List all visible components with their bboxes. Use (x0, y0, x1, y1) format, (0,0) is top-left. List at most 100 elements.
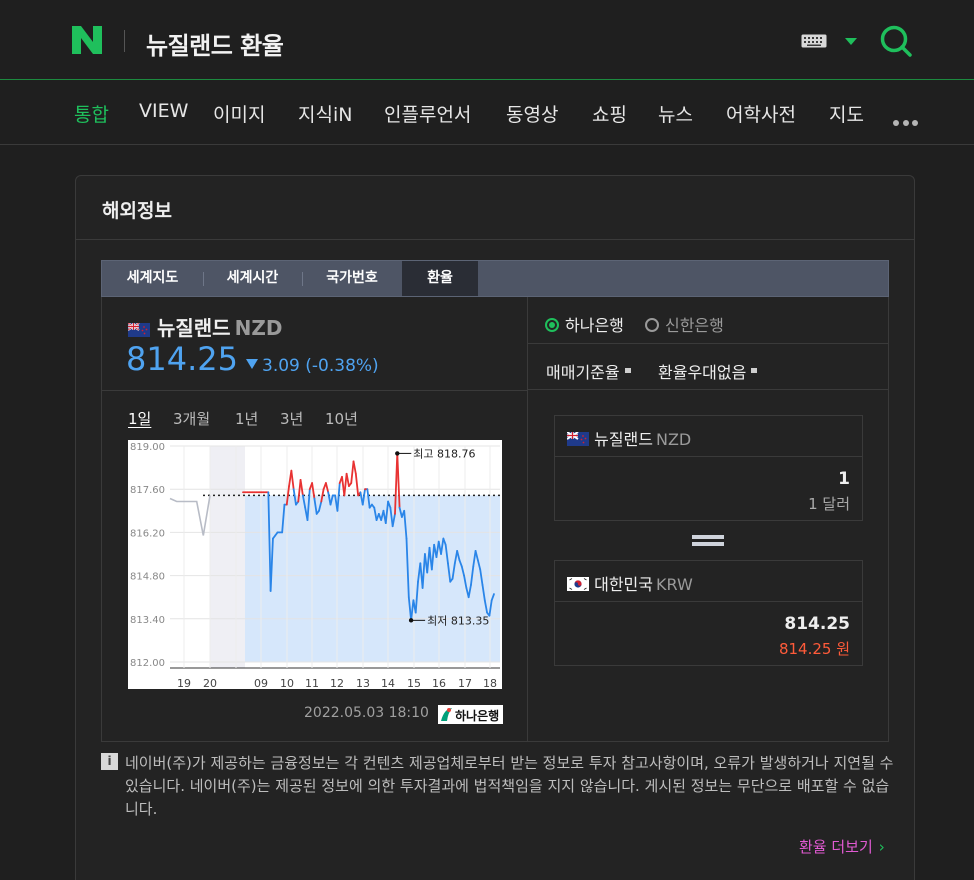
period-3month[interactable]: 3개월 (173, 408, 210, 429)
preferential-select[interactable]: 환율우대없음 (658, 359, 758, 383)
rate-country: 뉴질랜드 NZD (128, 312, 282, 341)
bank-option-hana[interactable]: 하나은행 (545, 316, 624, 335)
from-amount-input[interactable]: 1 (555, 469, 850, 489)
header: 뉴질랜드 환율 (0, 0, 974, 80)
low-label: 최저 813.35 (427, 614, 489, 627)
x-tick-label: 13 (356, 677, 370, 689)
exchange-rate-chart[interactable]: 819.00 817.60 816.20 814.80 813.40 812.00 19 2… (128, 440, 502, 690)
preferential-label: 환율우대없음 (658, 363, 747, 382)
to-amount-unit: 814.25 원 (778, 640, 850, 658)
tab-dictionary[interactable]: 어학사전 (726, 100, 796, 127)
y-axis-ticks: 819.00 817.60 816.20 814.80 813.40 812.00 (130, 442, 165, 669)
naver-logo[interactable] (72, 26, 102, 54)
hana-bank-logo: 하나은행 (438, 705, 503, 724)
to-currency-header[interactable]: 대한민국 KRW (555, 561, 862, 602)
period-1day[interactable]: 1일 (128, 408, 151, 429)
y-tick-label: 819.00 (130, 442, 165, 453)
rate-change-percent: (-0.38%) (305, 356, 379, 376)
info-subtabs: 세계지도 세계시간 국가번호 환율 (101, 260, 889, 297)
rate-change-amount: 3.09 (262, 356, 300, 376)
bank-option-shinhan[interactable]: 신한은행 (644, 316, 724, 335)
dropdown-icon (624, 368, 631, 373)
dropdown-icon (751, 368, 758, 373)
from-amount-unit: 1 달러 (808, 495, 850, 513)
series-segment (354, 472, 360, 497)
period-10year[interactable]: 10년 (325, 408, 358, 429)
y-tick-label: 813.40 (130, 615, 165, 626)
series-segment (290, 469, 295, 491)
more-tabs-icon[interactable] (893, 111, 922, 130)
disclaimer-text: 네이버(주)가 제공하는 금융정보는 각 컨텐츠 제공업체로부터 받는 정보로 … (125, 754, 894, 818)
moon-icon (239, 679, 244, 689)
tab-view[interactable]: VIEW (139, 100, 188, 122)
nz-flag-icon (128, 322, 150, 337)
dropdown-triangle-icon[interactable] (845, 38, 857, 45)
kr-flag-icon (567, 577, 589, 591)
high-label: 최고 818.76 (413, 447, 475, 460)
series-segment (345, 472, 350, 488)
panel-divider (101, 390, 527, 391)
chart-svg: 819.00 817.60 816.20 814.80 813.40 812.00 19 2… (130, 442, 500, 690)
x-tick-label: 09 (254, 677, 268, 689)
radio-selected-icon (545, 318, 559, 332)
previous-day-line (169, 495, 211, 536)
x-tick-label: 12 (330, 677, 344, 689)
chevron-right-icon: › (878, 838, 885, 856)
to-country: 대한민국 (594, 575, 653, 594)
equals-icon (692, 535, 724, 549)
from-currency-header[interactable]: 뉴질랜드 NZD (555, 416, 862, 457)
info-icon: i (101, 753, 118, 770)
rate-value: 814.25 (126, 340, 238, 378)
x-tick-label: 18 (483, 677, 497, 689)
from-currency-box[interactable]: 뉴질랜드 NZD 1 1 달러 (554, 415, 863, 521)
subtab-country-code[interactable]: 국가번호 (302, 261, 402, 296)
period-1year[interactable]: 1년 (235, 408, 258, 429)
tab-influencer[interactable]: 인플루언서 (384, 100, 471, 127)
subtab-world-map[interactable]: 세계지도 (102, 261, 203, 296)
bank-logo-text: 하나은행 (455, 708, 499, 723)
tab-shopping[interactable]: 쇼핑 (592, 100, 627, 127)
x-tick-label: 16 (432, 677, 446, 689)
to-amount[interactable]: 814.25 (555, 614, 850, 634)
card-divider (76, 239, 914, 240)
x-tick-label: 20 (203, 677, 217, 689)
keyboard-icon[interactable] (801, 34, 827, 48)
tab-map[interactable]: 지도 (829, 100, 864, 127)
x-tick-label: 19 (177, 677, 191, 689)
x-tick-label: 14 (381, 677, 395, 689)
tab-news[interactable]: 뉴스 (658, 100, 693, 127)
tab-video[interactable]: 동영상 (506, 100, 558, 127)
to-code: KRW (655, 575, 693, 594)
bank-option-shinhan-label: 신한은행 (664, 316, 724, 335)
series-segment (343, 472, 348, 497)
period-3year[interactable]: 3년 (280, 408, 303, 429)
chart-timestamp: 2022.05.03 18:10 (304, 705, 429, 721)
tab-knowledge[interactable]: 지식iN (298, 100, 352, 127)
tab-image[interactable]: 이미지 (213, 100, 265, 127)
rate-country-code: NZD (234, 316, 283, 340)
y-tick-label: 812.00 (130, 658, 165, 669)
previous-day-band (210, 446, 245, 668)
bank-option-hana-label: 하나은행 (565, 316, 624, 335)
rate-type-label: 매매기준율 (546, 363, 620, 382)
panel-divider (528, 389, 889, 390)
search-query[interactable]: 뉴질랜드 환율 (146, 26, 284, 61)
search-icon[interactable] (879, 24, 913, 58)
from-code: NZD (655, 430, 692, 449)
rate-change: 3.09 (-0.38%) (246, 356, 379, 376)
radio-unselected-icon (644, 318, 659, 332)
subtab-exchange[interactable]: 환율 (402, 261, 478, 296)
subtab-world-time[interactable]: 세계시간 (203, 261, 302, 296)
x-tick-label: 15 (407, 677, 421, 689)
more-exchange-link[interactable]: 환율 더보기 › (799, 836, 885, 857)
card-title: 해외정보 (102, 200, 172, 222)
rate-type-select[interactable]: 매매기준율 (546, 359, 631, 383)
to-currency-box[interactable]: 대한민국 KRW 814.25 814.25 원 (554, 560, 863, 666)
y-tick-label: 817.60 (130, 485, 165, 496)
panel-divider (527, 297, 528, 741)
tab-integrated[interactable]: 통합 (74, 100, 109, 127)
x-tick-label: 17 (458, 677, 472, 689)
series-segment (324, 482, 330, 494)
x-tick-label: 11 (305, 677, 319, 689)
more-exchange-label: 환율 더보기 (799, 838, 873, 856)
